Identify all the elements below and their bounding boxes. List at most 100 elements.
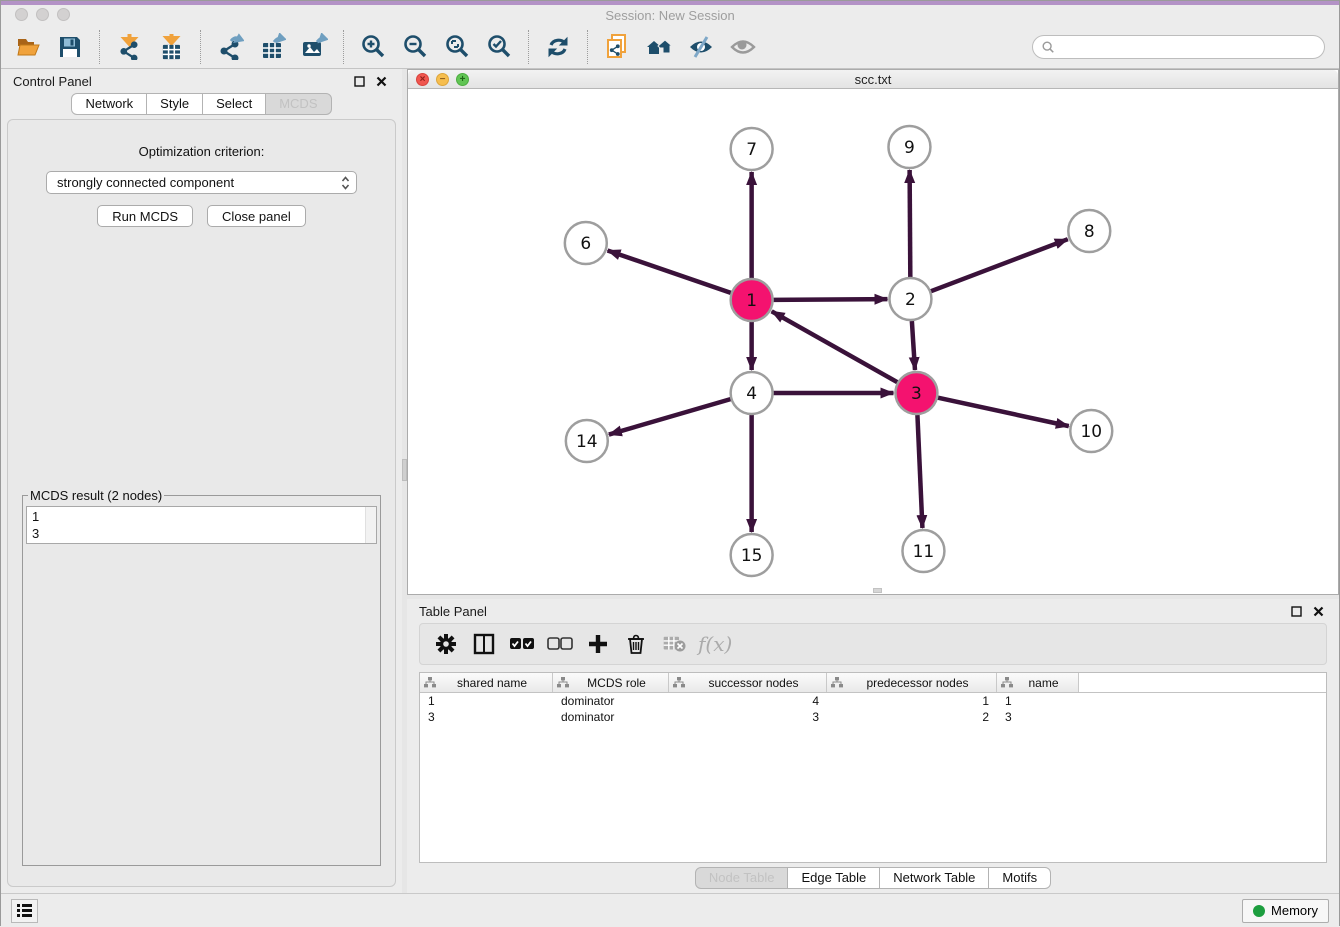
- edge-1-to-6[interactable]: [608, 250, 731, 292]
- zoom-out-icon[interactable]: [398, 30, 432, 64]
- column-header-shared-name[interactable]: shared name: [420, 673, 553, 692]
- column-header-MCDS-role[interactable]: MCDS role: [553, 673, 669, 692]
- graph-node-1[interactable]: 1: [731, 279, 773, 321]
- graph-node-4[interactable]: 4: [731, 372, 773, 414]
- graph-node-3[interactable]: 3: [895, 372, 937, 414]
- tab-network-table[interactable]: Network Table: [879, 867, 989, 889]
- task-history-icon[interactable]: [11, 899, 38, 923]
- edge-4-to-14[interactable]: [609, 399, 731, 434]
- delete-column-icon[interactable]: [620, 628, 652, 660]
- svg-text:2: 2: [905, 290, 916, 310]
- graph-node-15[interactable]: 15: [731, 534, 773, 576]
- mcds-result-area[interactable]: 13: [26, 506, 377, 544]
- graph-node-9[interactable]: 9: [888, 126, 930, 168]
- table-options-icon[interactable]: [430, 628, 462, 660]
- toolbar-separator: [99, 30, 100, 64]
- column-header-predecessor-nodes[interactable]: predecessor nodes: [827, 673, 997, 692]
- deselect-all-icon[interactable]: [544, 628, 576, 660]
- control-panel-tabs: NetworkStyleSelectMCDS: [1, 93, 402, 115]
- network-graph-canvas[interactable]: 7 9 6 8 1 2 4 3 14 10 15 11: [408, 89, 1338, 594]
- add-column-icon[interactable]: [582, 628, 614, 660]
- table-cell[interactable]: 3: [669, 710, 827, 724]
- column-header-successor-nodes[interactable]: successor nodes: [669, 673, 827, 692]
- result-scrollbar[interactable]: [365, 507, 376, 543]
- import-table-icon[interactable]: [154, 30, 188, 64]
- maximize-network-button[interactable]: +: [456, 73, 469, 86]
- zoom-in-icon[interactable]: [356, 30, 390, 64]
- zoom-fit-icon[interactable]: [440, 30, 474, 64]
- tab-edge-table[interactable]: Edge Table: [787, 867, 880, 889]
- window-traffic-lights[interactable]: [15, 8, 70, 21]
- table-cell[interactable]: 3: [420, 710, 553, 724]
- close-panel-icon[interactable]: [372, 73, 390, 89]
- tab-motifs[interactable]: Motifs: [988, 867, 1051, 889]
- zoom-window-button[interactable]: [57, 8, 70, 21]
- graph-node-2[interactable]: 2: [889, 278, 931, 320]
- edge-2-to-8[interactable]: [931, 239, 1068, 291]
- tab-style[interactable]: Style: [146, 93, 203, 115]
- graph-node-11[interactable]: 11: [902, 530, 944, 572]
- column-pane-icon[interactable]: [468, 628, 500, 660]
- graph-node-8[interactable]: 8: [1068, 210, 1110, 252]
- edge-2-to-3[interactable]: [912, 321, 915, 370]
- select-all-icon[interactable]: [506, 628, 538, 660]
- show-panel-icon[interactable]: [726, 30, 760, 64]
- tab-mcds[interactable]: MCDS: [265, 93, 331, 115]
- table-cell[interactable]: 1: [420, 694, 553, 708]
- close-table-panel-icon[interactable]: [1309, 603, 1327, 619]
- table-row[interactable]: 3dominator323: [420, 709, 1326, 725]
- table-cell[interactable]: dominator: [553, 694, 669, 708]
- node-table-header: shared nameMCDS rolesuccessor nodesprede…: [420, 673, 1326, 693]
- table-cell[interactable]: 1: [827, 694, 997, 708]
- column-header-name[interactable]: name: [997, 673, 1079, 692]
- edge-3-to-10[interactable]: [938, 398, 1069, 426]
- save-session-icon[interactable]: [53, 30, 87, 64]
- tab-network[interactable]: Network: [71, 93, 147, 115]
- close-network-button[interactable]: ×: [416, 73, 429, 86]
- toolbar-separator: [200, 30, 201, 64]
- network-window-title: scc.txt: [855, 72, 892, 87]
- import-network-icon[interactable]: [112, 30, 146, 64]
- minimize-network-button[interactable]: −: [436, 73, 449, 86]
- zoom-selected-icon[interactable]: [482, 30, 516, 64]
- edge-3-to-1[interactable]: [772, 311, 898, 382]
- edge-3-to-11[interactable]: [917, 415, 922, 528]
- network-window-titlebar[interactable]: × − + scc.txt: [408, 70, 1338, 89]
- hide-panel-icon[interactable]: [684, 30, 718, 64]
- search-input[interactable]: [1060, 40, 1316, 54]
- table-row[interactable]: 1dominator411: [420, 693, 1326, 709]
- graph-node-6[interactable]: 6: [565, 222, 607, 264]
- table-cell[interactable]: dominator: [553, 710, 669, 724]
- refresh-style-icon[interactable]: [541, 30, 575, 64]
- graph-node-14[interactable]: 14: [566, 420, 608, 462]
- search-box[interactable]: [1032, 35, 1325, 59]
- open-session-icon[interactable]: [11, 30, 45, 64]
- network-resize-handle[interactable]: [873, 588, 882, 593]
- tab-select[interactable]: Select: [202, 93, 266, 115]
- float-table-panel-icon[interactable]: [1287, 603, 1305, 619]
- close-window-button[interactable]: [15, 8, 28, 21]
- memory-button[interactable]: Memory: [1242, 899, 1329, 923]
- table-cell[interactable]: 4: [669, 694, 827, 708]
- edge-2-to-9[interactable]: [910, 170, 911, 277]
- session-home-icon[interactable]: [642, 30, 676, 64]
- run-mcds-button[interactable]: Run MCDS: [97, 205, 193, 227]
- graph-node-10[interactable]: 10: [1070, 410, 1112, 452]
- table-cell[interactable]: 2: [827, 710, 997, 724]
- criterion-select[interactable]: strongly connected component: [46, 171, 357, 194]
- close-panel-button[interactable]: Close panel: [207, 205, 306, 227]
- export-network-icon[interactable]: [213, 30, 247, 64]
- network-view-window: × − + scc.txt 7 9 6 8 1 2 4 3 14 10 15 11: [407, 69, 1339, 595]
- duplicate-network-icon[interactable]: [600, 30, 634, 64]
- control-panel-title: Control Panel: [13, 74, 92, 89]
- export-image-icon[interactable]: [297, 30, 331, 64]
- minimize-window-button[interactable]: [36, 8, 49, 21]
- tab-node-table[interactable]: Node Table: [695, 867, 789, 889]
- export-table-icon[interactable]: [255, 30, 289, 64]
- toolbar-separator: [587, 30, 588, 64]
- table-cell[interactable]: 1: [997, 694, 1079, 708]
- edge-1-to-2[interactable]: [774, 299, 888, 300]
- table-cell[interactable]: 3: [997, 710, 1079, 724]
- float-panel-icon[interactable]: [350, 73, 368, 89]
- graph-node-7[interactable]: 7: [731, 128, 773, 170]
